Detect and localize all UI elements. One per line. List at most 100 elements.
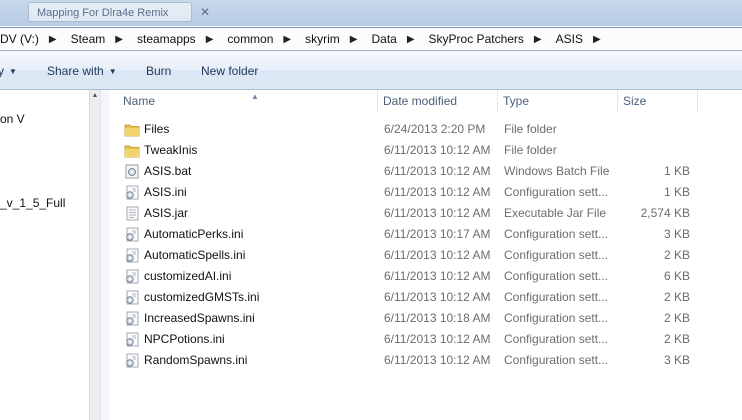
file-size: 3 KB: [663, 227, 690, 241]
nav-item-drive[interactable]: on V: [0, 112, 25, 126]
file-type: Configuration sett...: [504, 353, 609, 367]
chevron-right-icon[interactable]: ▶: [43, 34, 67, 45]
file-row[interactable]: AutomaticPerks.ini 6/11/2013 10:17 AM Conf…: [109, 224, 742, 245]
column-header-label: Date modified: [383, 94, 458, 108]
config-file-icon: [124, 185, 140, 200]
file-row[interactable]: customizedGMSTs.ini 6/11/2013 10:12 AM Con…: [109, 287, 742, 308]
chevron-right-icon[interactable]: ▶: [277, 34, 301, 45]
new-folder-button[interactable]: New folder: [201, 51, 258, 89]
breadcrumb-steam[interactable]: Steam ▶: [67, 28, 133, 50]
pane-splitter[interactable]: [101, 90, 109, 420]
window-tab[interactable]: Mapping For Dlra4e Remix: [28, 2, 192, 22]
navigation-pane: on V _v_1_5_Full: [0, 90, 89, 420]
nav-item-folder[interactable]: _v_1_5_Full: [0, 196, 65, 210]
file-row[interactable]: customizedAI.ini 6/11/2013 10:12 AM Config…: [109, 266, 742, 287]
burn-label: Burn: [146, 64, 172, 78]
file-type: Configuration sett...: [504, 269, 609, 283]
file-date-modified: 6/11/2013 10:12 AM: [384, 353, 491, 367]
file-list: Name ▲ Date modified Type Size Files 6/24…: [109, 90, 742, 420]
chevron-right-icon[interactable]: ▶: [109, 34, 133, 45]
file-size: 2 KB: [663, 248, 690, 262]
file-name: Files: [144, 122, 170, 136]
file-type: Configuration sett...: [504, 227, 609, 241]
column-header-size[interactable]: Size: [618, 90, 698, 112]
file-size: 3 KB: [663, 353, 690, 367]
file-type: Configuration sett...: [504, 248, 609, 262]
breadcrumb-skyrim[interactable]: skyrim ▶: [301, 28, 367, 50]
file-type: Configuration sett...: [504, 332, 609, 346]
file-date-modified: 6/24/2013 2:20 PM: [384, 122, 486, 136]
file-row[interactable]: IncreasedSpawns.ini 6/11/2013 10:18 AM Con…: [109, 308, 742, 329]
config-file-icon: [124, 269, 140, 284]
chevron-right-icon[interactable]: ▶: [200, 34, 224, 45]
burn-button[interactable]: Burn: [146, 51, 171, 89]
file-size: 6 KB: [663, 269, 690, 283]
column-header-type[interactable]: Type: [498, 90, 618, 112]
breadcrumb-skyproc-patchers[interactable]: SkyProc Patchers ▶: [425, 28, 552, 50]
organize-button[interactable]: y ▼: [0, 51, 17, 89]
file-name: ASIS.bat: [144, 164, 192, 178]
file-name: RandomSpawns.ini: [144, 353, 248, 367]
file-name: ASIS.ini: [144, 185, 187, 199]
file-row[interactable]: ASIS.jar 6/11/2013 10:12 AM Executable Jar…: [109, 203, 742, 224]
file-row[interactable]: AutomaticSpells.ini 6/11/2013 10:12 AM Con…: [109, 245, 742, 266]
nav-item-label: on V: [0, 112, 25, 126]
breadcrumb-drive[interactable]: DV (V:) ▶: [0, 28, 67, 50]
file-row[interactable]: ASIS.bat 6/11/2013 10:12 AM Windows Batch …: [109, 161, 742, 182]
config-file-icon: [124, 353, 140, 368]
chevron-right-icon[interactable]: ▶: [587, 34, 611, 45]
file-name: NPCPotions.ini: [144, 332, 225, 346]
file-date-modified: 6/11/2013 10:12 AM: [384, 164, 491, 178]
breadcrumb-data[interactable]: Data ▶: [367, 28, 424, 50]
file-name: TweakInis: [144, 143, 198, 157]
file-size: 1 KB: [663, 164, 690, 178]
file-size: 1 KB: [663, 185, 690, 199]
file-date-modified: 6/11/2013 10:12 AM: [384, 332, 491, 346]
file-size: 2 KB: [663, 290, 690, 304]
file-date-modified: 6/11/2013 10:12 AM: [384, 206, 491, 220]
title-bar: Mapping For Dlra4e Remix ✕: [0, 0, 742, 26]
file-row[interactable]: TweakInis 6/11/2013 10:12 AM File folder: [109, 140, 742, 161]
file-row[interactable]: RandomSpawns.ini 6/11/2013 10:12 AM Config…: [109, 350, 742, 371]
breadcrumb-label: skyrim: [305, 32, 340, 46]
file-type: Executable Jar File: [504, 206, 607, 220]
config-file-icon: [124, 332, 140, 347]
breadcrumb-common[interactable]: common ▶: [223, 28, 301, 50]
file-type: File folder: [504, 143, 557, 157]
address-bar[interactable]: DV (V:) ▶ Steam ▶ steamapps ▶ common ▶ s…: [0, 27, 742, 51]
breadcrumb-label: Steam: [70, 32, 106, 46]
command-bar: y ▼ Share with ▼ Burn New folder: [0, 51, 742, 90]
breadcrumb-asis[interactable]: ASIS ▶: [552, 28, 611, 50]
chevron-right-icon[interactable]: ▶: [528, 34, 552, 45]
chevron-right-icon[interactable]: ▶: [401, 34, 425, 45]
breadcrumb-steamapps[interactable]: steamapps ▶: [133, 28, 223, 50]
file-row[interactable]: Files 6/24/2013 2:20 PM File folder: [109, 119, 742, 140]
file-date-modified: 6/11/2013 10:12 AM: [384, 143, 491, 157]
config-file-icon: [124, 311, 140, 326]
organize-label: y: [0, 64, 4, 78]
share-with-label: Share with: [47, 64, 104, 78]
file-size: [624, 140, 690, 161]
file-date-modified: 6/11/2013 10:18 AM: [384, 311, 491, 325]
close-icon[interactable]: ✕: [197, 4, 213, 20]
file-row[interactable]: NPCPotions.ini 6/11/2013 10:12 AM Configur…: [109, 329, 742, 350]
file-size: 2 KB: [663, 332, 690, 346]
file-size: 2,574 KB: [640, 206, 690, 220]
scroll-up-icon[interactable]: ▲: [90, 92, 100, 99]
new-folder-label: New folder: [201, 64, 259, 78]
breadcrumb-label: Data: [371, 32, 397, 46]
chevron-down-icon: ▼: [108, 67, 117, 76]
nav-scrollbar[interactable]: ▲: [89, 90, 101, 420]
column-header-name[interactable]: Name ▲: [118, 90, 378, 112]
breadcrumb-label: steamapps: [136, 32, 196, 46]
file-date-modified: 6/11/2013 10:12 AM: [384, 248, 491, 262]
chevron-right-icon[interactable]: ▶: [344, 34, 368, 45]
nav-item-label: _v_1_5_Full: [0, 196, 66, 210]
file-type: Configuration sett...: [504, 185, 609, 199]
config-file-icon: [124, 227, 140, 242]
column-header-label: Type: [503, 94, 530, 108]
column-header-date[interactable]: Date modified: [378, 90, 498, 112]
file-row[interactable]: ASIS.ini 6/11/2013 10:12 AM Configuration …: [109, 182, 742, 203]
share-with-button[interactable]: Share with ▼: [47, 51, 117, 89]
file-date-modified: 6/11/2013 10:17 AM: [384, 227, 491, 241]
